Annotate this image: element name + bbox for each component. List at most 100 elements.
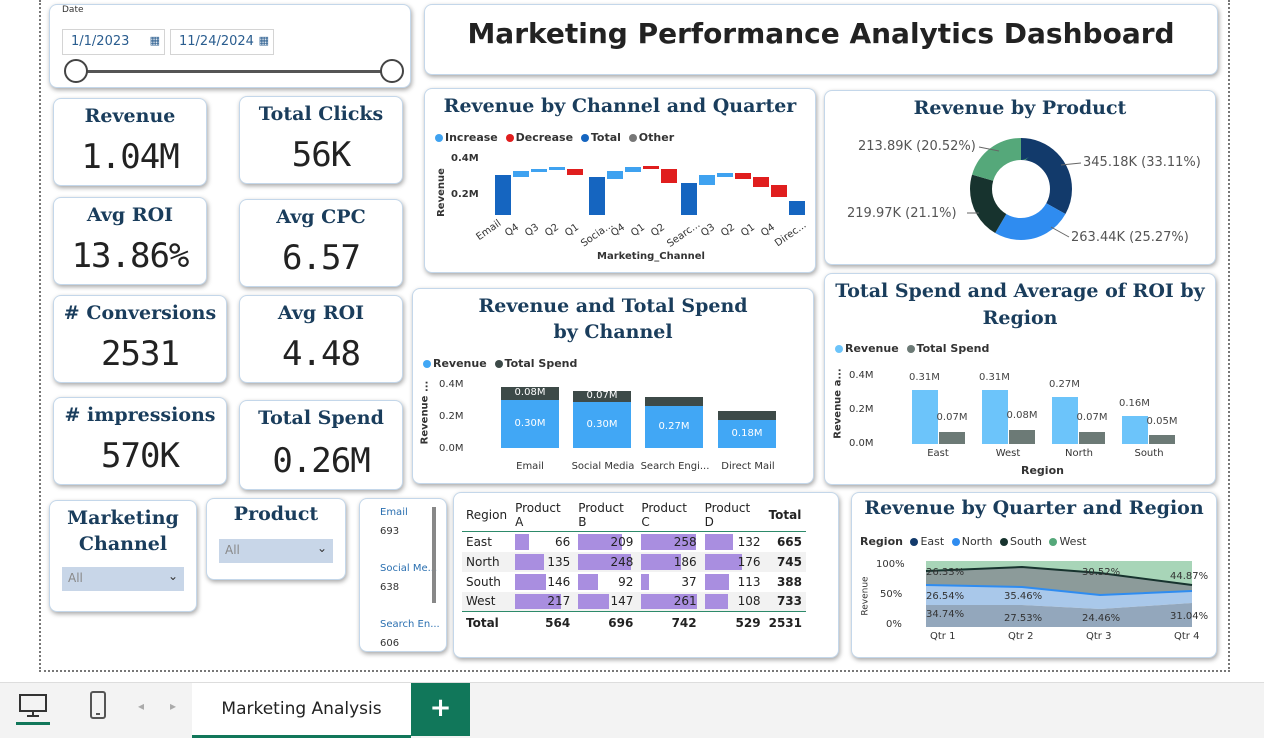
start-date-input[interactable]: 1/1/2023 ▦ <box>62 29 165 55</box>
bar-search-total[interactable] <box>681 183 697 215</box>
bar-q1[interactable] <box>735 173 751 179</box>
x-tick: Qtr 2 <box>1008 631 1034 642</box>
table-row[interactable]: East 66 209 258 132 665 <box>462 532 806 552</box>
bar-q2[interactable] <box>717 173 733 177</box>
kpi-label: Avg ROI <box>277 302 365 324</box>
chevron-down-icon[interactable]: ⌄ <box>168 569 178 583</box>
region-spend-chart[interactable]: Total Spend and Average of ROI by Region… <box>824 273 1216 485</box>
table-cell: 261 <box>637 591 701 612</box>
table-cell: 108 <box>700 591 765 612</box>
bar-spend-east[interactable] <box>939 432 965 444</box>
date-range-end-handle[interactable] <box>380 59 404 83</box>
list-item[interactable]: Email 693 <box>380 507 408 537</box>
bar-spend-west[interactable] <box>1009 430 1035 444</box>
waterfall-chart[interactable]: Revenue by Channel and Quarter Increase … <box>424 88 816 273</box>
cell-value: 147 <box>610 594 634 609</box>
kpi-total-clicks: Total Clicks 56K <box>239 96 403 184</box>
cell-bar <box>515 534 530 550</box>
scroll-left-icon[interactable]: ◂ <box>138 699 144 713</box>
kpi-value: 0.26M <box>272 441 370 481</box>
channel-dropdown[interactable]: All ⌄ <box>62 567 184 591</box>
bar-spend-search[interactable] <box>645 397 703 406</box>
x-tick: Direc... <box>773 219 809 250</box>
legend-item: North <box>961 535 993 548</box>
x-axis-label: Marketing_Channel <box>597 251 705 262</box>
title-card: Marketing Performance Analytics Dashboar… <box>424 4 1218 75</box>
column-total: 696 <box>574 611 638 634</box>
product-donut-chart[interactable]: Revenue by Product 345.18K (33.11%) 263.… <box>824 90 1216 265</box>
bar-q1[interactable] <box>567 169 583 175</box>
kpi-label: Total Clicks <box>258 103 384 125</box>
add-page-button[interactable]: + <box>411 683 470 736</box>
bar-direct-total[interactable] <box>789 201 805 215</box>
x-tick: Q3 <box>699 221 718 240</box>
table-cell: 66 <box>511 532 574 552</box>
bar-q3[interactable] <box>661 169 677 183</box>
kpi-avg-roi: Avg ROI 4.48 <box>239 295 403 383</box>
bar-q2[interactable] <box>643 166 659 169</box>
bar-social-total[interactable] <box>589 177 605 215</box>
page-title: Marketing Performance Analytics Dashboar… <box>467 17 1175 50</box>
start-date-value: 1/1/2023 <box>71 34 130 49</box>
scroll-right-icon[interactable]: ▸ <box>170 699 176 713</box>
chart-legend: Region East North South West <box>860 535 1087 548</box>
quarter-region-area-chart[interactable]: Revenue by Quarter and Region Region Eas… <box>851 492 1217 658</box>
cell-value: 108 <box>737 594 761 609</box>
bar-label: 0.16M <box>1119 398 1150 409</box>
chevron-down-icon[interactable]: ⌄ <box>317 541 327 555</box>
bar-q3[interactable] <box>699 175 715 185</box>
region-product-matrix[interactable]: Region Product A Product B Product C Pro… <box>453 492 839 658</box>
date-range-start-handle[interactable] <box>64 59 88 83</box>
kpi-label: Total Spend <box>258 407 384 429</box>
tab-marketing-analysis[interactable]: Marketing Analysis <box>192 683 411 738</box>
bar-label: 0.08M <box>1006 410 1038 421</box>
y-tick: 0.2M <box>849 404 874 415</box>
x-tick: Searc... <box>665 219 703 250</box>
bar-q4[interactable] <box>513 171 529 177</box>
bar-label: 0.07M <box>1076 412 1108 423</box>
bar-spend-direct[interactable] <box>718 411 776 420</box>
bar-spend-north[interactable] <box>1079 432 1105 444</box>
bar-q4b[interactable] <box>771 185 787 197</box>
x-tick: Qtr 1 <box>930 631 956 642</box>
calendar-icon[interactable]: ▦ <box>259 34 269 47</box>
bar-label: 0.30M <box>586 419 618 430</box>
legend-other: Other <box>638 131 675 144</box>
product-slicer[interactable]: Product All ⌄ <box>206 498 346 580</box>
list-scrollbar[interactable] <box>432 507 436 603</box>
bar-q1[interactable] <box>625 167 641 172</box>
legend-revenue: Revenue <box>433 357 487 370</box>
list-item[interactable]: Search En... 606 <box>380 619 440 649</box>
table-row[interactable]: North 135 248 186 176 745 <box>462 551 806 572</box>
bar-q4[interactable] <box>607 171 623 179</box>
date-slicer[interactable]: Date 1/1/2023 ▦ 11/24/2024 ▦ <box>49 4 411 88</box>
bar-spend-south[interactable] <box>1149 435 1175 444</box>
data-label: 35.46% <box>1004 591 1043 602</box>
cell-value: 37 <box>681 574 697 589</box>
table-cell: 113 <box>701 572 765 592</box>
list-item[interactable]: Social Me... 638 <box>380 563 437 593</box>
calendar-icon[interactable]: ▦ <box>150 34 160 47</box>
marketing-channel-slicer[interactable]: Marketing Channel All ⌄ <box>49 500 197 612</box>
table-row[interactable]: South 146 92 37 113 388 <box>462 572 806 592</box>
bar-label: 0.31M <box>979 372 1010 383</box>
bar-q4[interactable] <box>753 177 769 187</box>
channel-list-card[interactable]: Email 693 Social Me... 638 Search En... … <box>359 498 447 652</box>
list-item-name: Search En... <box>380 619 440 630</box>
end-date-input[interactable]: 11/24/2024 ▦ <box>170 29 274 55</box>
column-total: 742 <box>637 611 701 634</box>
table-row[interactable]: West 217 147 261 108 733 <box>462 591 806 612</box>
product-dropdown[interactable]: All ⌄ <box>219 539 333 563</box>
y-tick: 0.4M <box>849 370 874 381</box>
bar-q3[interactable] <box>531 169 547 172</box>
bar-q2[interactable] <box>549 167 565 170</box>
slicer-title: Product <box>233 503 319 525</box>
bar-email-total[interactable] <box>495 175 511 215</box>
y-axis-label: Revenue ... <box>419 380 431 445</box>
legend-dot <box>1049 538 1058 546</box>
desktop-view-icon[interactable] <box>16 691 50 725</box>
channel-spend-chart[interactable]: Revenue and Total Spend by Channel Reven… <box>412 288 814 484</box>
chart-title: Revenue by Quarter and Region <box>864 497 1204 519</box>
mobile-view-icon[interactable] <box>90 691 106 719</box>
slice-label: 219.97K (21.1%) <box>847 206 957 221</box>
